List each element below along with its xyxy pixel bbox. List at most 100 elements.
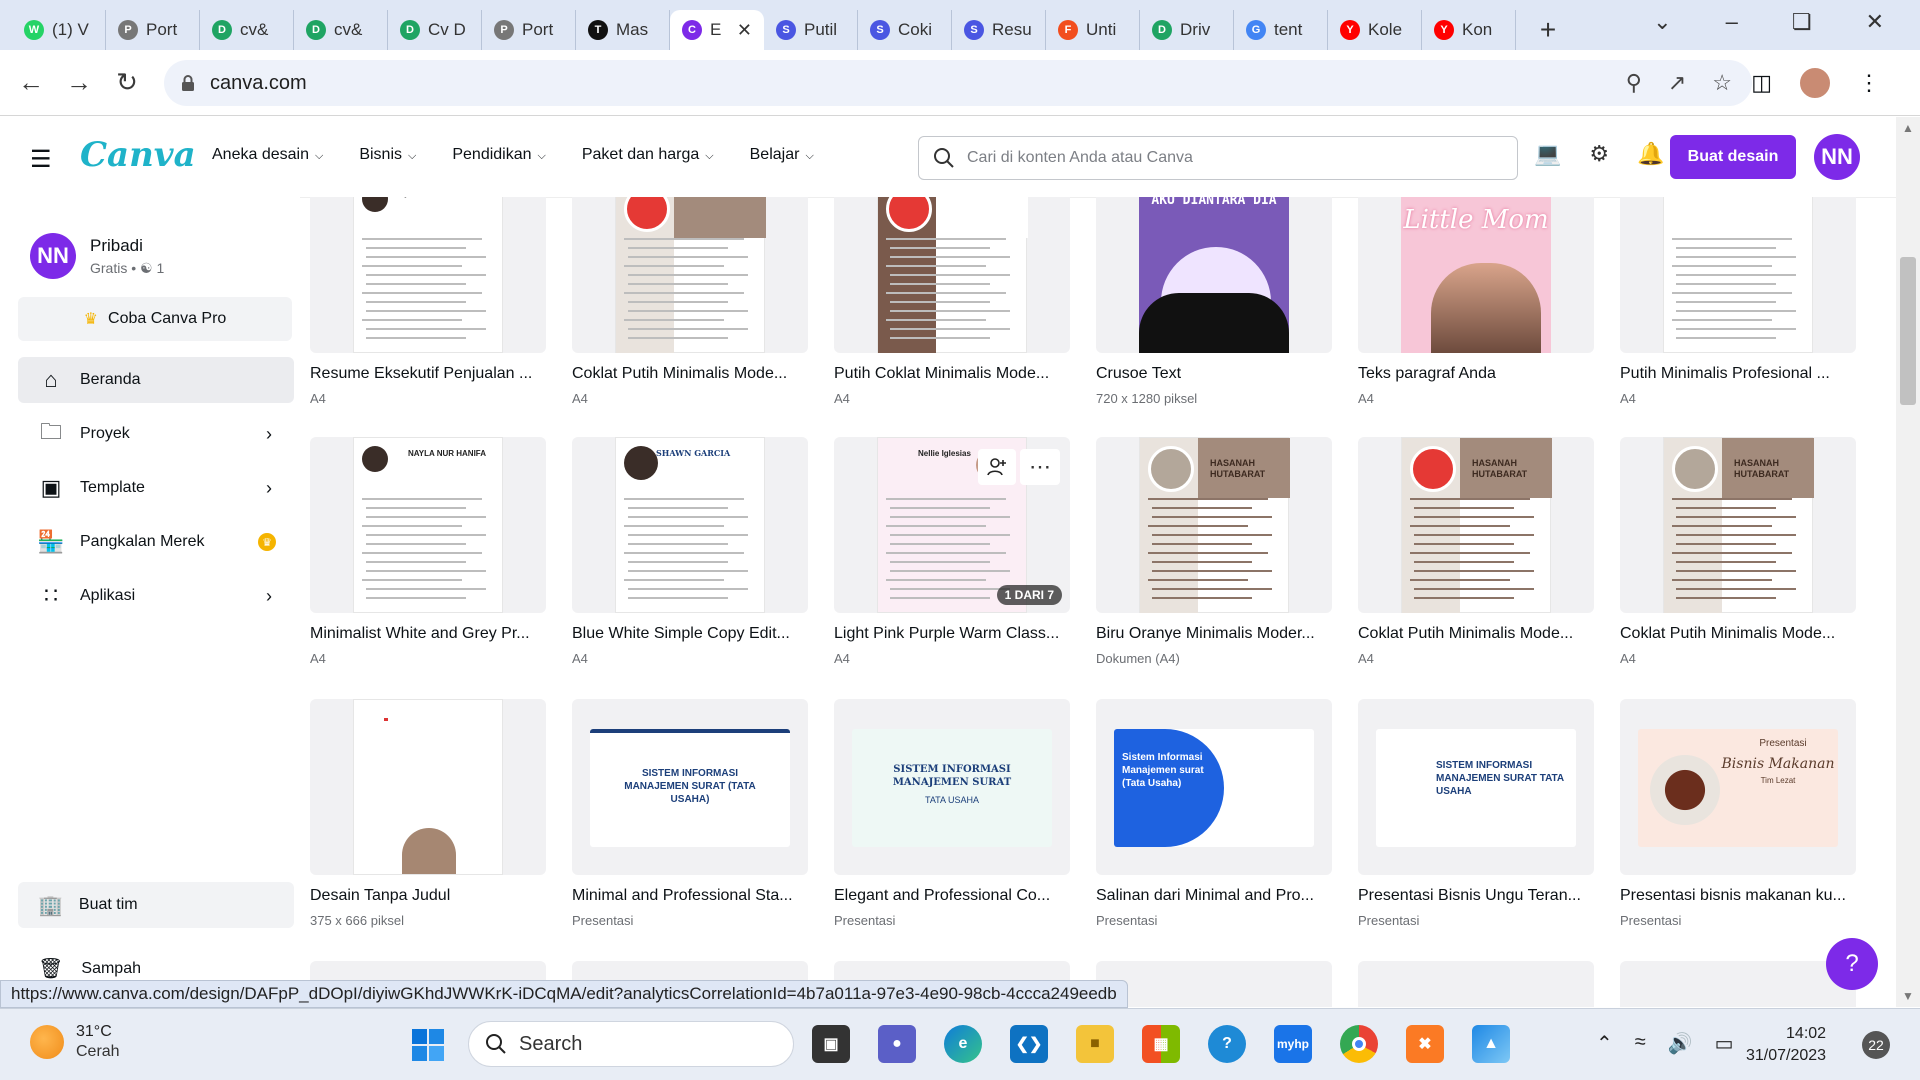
design-card[interactable]: Desain Tanpa Judul 375 x 666 piksel [310,699,546,928]
design-card[interactable]: Nayla Nur Hanifa Resume Eksekutif Penjual… [310,197,546,406]
sidebar-item[interactable]: ⌂ Beranda [18,357,294,403]
restore-icon[interactable]: ❏ [1792,9,1812,35]
close-window-icon[interactable]: ✕ [1866,9,1884,35]
create-design-button[interactable]: Buat desain [1670,135,1796,179]
design-card[interactable]: Nellie Iglesias ⋯ 1 DARI 7 Light Pink Purpl… [834,437,1070,666]
scrollbar-thumb[interactable] [1900,257,1916,405]
file-explorer-icon[interactable]: ■ [1076,1025,1114,1063]
vscode-icon[interactable]: ❮❯ [1010,1025,1048,1063]
sidebar-item[interactable]: 🏪 Pangkalan Merek ♛ [18,519,294,565]
clock[interactable]: 14:02 31/07/2023 [1746,1023,1826,1067]
browser-tab[interactable]: S Coki [858,10,952,50]
browser-tab[interactable]: T Mas [576,10,670,50]
design-title[interactable]: Putih Minimalis Profesional ... [1620,365,1856,383]
design-thumbnail[interactable]: NAYLA NUR HANIFA [310,437,546,613]
notification-bell-icon[interactable]: 🔔 [1637,141,1664,167]
design-thumbnail[interactable]: Nellie Iglesias ⋯ 1 DARI 7 [834,437,1070,613]
share-icon[interactable] [978,449,1016,485]
design-title[interactable]: Coklat Putih Minimalis Mode... [1358,625,1594,643]
new-tab-button[interactable]: + [1528,10,1568,50]
design-title[interactable]: Blue White Simple Copy Edit... [572,625,808,643]
design-title[interactable]: Minimalist White and Grey Pr... [310,625,546,643]
account-switcher[interactable]: NN Pribadi Gratis • ☯ 1 [30,233,164,279]
design-thumbnail[interactable]: PAULA WILSON [1620,197,1856,353]
design-thumbnail[interactable]: HASANAH HUTABARAT [1358,437,1594,613]
design-card[interactable]: SISTEM INFORMASI MANAJEMEN SURAT TATA US… [1358,699,1594,928]
microsoft-store-icon[interactable]: ▦ [1142,1025,1180,1063]
create-team-button[interactable]: 🏢 Buat tim [18,882,294,928]
hamburger-menu-icon[interactable]: ☰ [30,145,52,174]
design-card[interactable]: AKU DIANTARA DIA Crusoe Text 720 x 1280 pi… [1096,197,1332,406]
design-thumbnail[interactable]: SHAWN GARCIA [572,437,808,613]
top-menu-item[interactable]: Belajar ⌵ [750,146,814,164]
side-panel-icon[interactable]: ◫ [1751,70,1772,96]
design-thumbnail[interactable]: SISTEM INFORMASI MANAJEMEN SURAT (TATA U… [572,699,808,875]
more-options-icon[interactable]: ⋯ [1020,449,1060,485]
tray-overflow-icon[interactable]: ⌃ [1596,1031,1613,1056]
design-card[interactable] [1096,961,1332,1007]
browser-tab[interactable]: S Putil [764,10,858,50]
design-title[interactable]: Presentasi Bisnis Ungu Teran... [1358,887,1594,905]
weather-widget[interactable]: 31°C Cerah [30,1023,120,1061]
design-card[interactable]: Presentasi Bisnis Makanan Tim Lezat Present… [1620,699,1856,928]
share-icon[interactable]: ↗ [1668,70,1686,96]
xampp-icon[interactable]: ✖ [1406,1025,1444,1063]
design-title[interactable]: Crusoe Text [1096,365,1332,383]
teams-chat-icon[interactable]: ● [878,1025,916,1063]
try-canva-pro-button[interactable]: ♛ Coba Canva Pro [18,297,292,341]
back-icon[interactable]: ← [14,66,48,100]
battery-icon[interactable]: ▭ [1715,1031,1734,1056]
browser-tab[interactable]: Dcv& [294,10,388,50]
top-menu-item[interactable]: Pendidikan ⌵ [452,146,546,164]
design-thumbnail[interactable] [1358,961,1594,1007]
design-title[interactable]: Elegant and Professional Co... [834,887,1070,905]
design-title[interactable]: Putih Coklat Minimalis Mode... [834,365,1070,383]
browser-tab[interactable]: C E ✕ [670,10,764,50]
design-title[interactable]: Coklat Putih Minimalis Mode... [572,365,808,383]
settings-gear-icon[interactable]: ⚙ [1589,141,1609,167]
design-title[interactable]: Biru Oranye Minimalis Moder... [1096,625,1332,643]
browser-tab[interactable]: D Driv [1140,10,1234,50]
design-title[interactable]: Light Pink Purple Warm Class... [834,625,1070,643]
design-card[interactable]: HASANAH HUTABARAT Biru Oranye Minimalis M… [1096,437,1332,666]
design-card[interactable]: Putih Coklat Minimalis Mode... A4 [834,197,1070,406]
browser-tab[interactable]: F Unti [1046,10,1140,50]
design-thumbnail[interactable]: Nayla Nur Hanifa [310,197,546,353]
design-card[interactable]: Sistem Informasi Manajemen surat (Tata U… [1096,699,1332,928]
myhp-icon[interactable]: myhp [1274,1025,1312,1063]
top-menu-item[interactable]: Bisnis ⌵ [359,146,416,164]
design-card[interactable]: SISTEM INFORMASI MANAJEMEN SURAT (TATA U… [572,699,808,928]
user-avatar[interactable]: NN [1814,134,1860,180]
browser-tab[interactable]: W (1) V [12,10,106,50]
browser-tab[interactable]: Y Kon [1422,10,1516,50]
desktop-app-icon[interactable]: 💻 [1534,141,1561,167]
design-card[interactable]: Coklat Putih Minimalis Mode... A4 [572,197,808,406]
wifi-icon[interactable]: ≈ [1635,1031,1646,1056]
close-tab-icon[interactable]: ✕ [737,20,752,41]
windows-start-icon[interactable] [410,1027,446,1063]
design-card[interactable]: SISTEM INFORMASI MANAJEMEN SURAT TATA USA… [834,699,1070,928]
minimize-icon[interactable]: – [1726,9,1738,35]
design-title[interactable]: Resume Eksekutif Penjualan ... [310,365,546,383]
get-help-icon[interactable]: ? [1208,1025,1246,1063]
design-title[interactable]: Coklat Putih Minimalis Mode... [1620,625,1856,643]
browser-tab[interactable]: P Port [106,10,200,50]
design-card[interactable] [1358,961,1594,1007]
notification-count-badge[interactable]: 22 [1862,1031,1890,1059]
browser-tab[interactable]: Y Kole [1328,10,1422,50]
design-title[interactable]: Minimal and Professional Sta... [572,887,808,905]
browser-tab[interactable]: D Cv D [388,10,482,50]
browser-tab[interactable]: S Resu [952,10,1046,50]
design-thumbnail[interactable]: SISTEM INFORMASI MANAJEMEN SURAT TATA US… [1358,699,1594,875]
scroll-up-icon[interactable]: ▲ [1902,121,1914,135]
design-thumbnail[interactable] [572,197,808,353]
design-thumbnail[interactable]: HASANAH HUTABARAT [1620,437,1856,613]
design-thumbnail[interactable] [834,197,1070,353]
design-thumbnail[interactable]: SISTEM INFORMASI MANAJEMEN SURAT TATA USA… [834,699,1070,875]
chrome-icon[interactable] [1340,1025,1378,1063]
browser-tab[interactable]: Gtent [1234,10,1328,50]
canva-logo[interactable]: Canva [80,135,196,175]
design-thumbnail[interactable]: HASANAH HUTABARAT [1096,437,1332,613]
browser-tab[interactable]: Dcv& [200,10,294,50]
design-thumbnail[interactable] [310,699,546,875]
